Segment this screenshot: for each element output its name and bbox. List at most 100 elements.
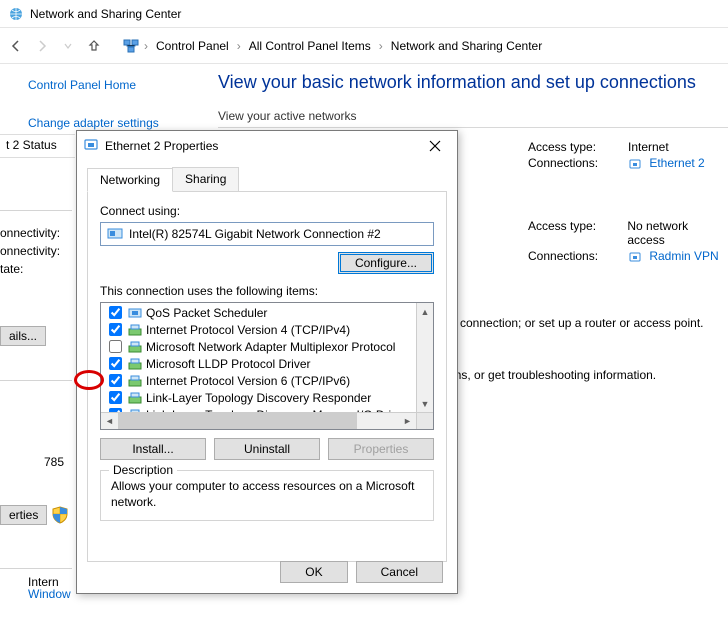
- ethernet-icon: [628, 250, 642, 264]
- adapter-field[interactable]: Intel(R) 82574L Gigabit Network Connecti…: [100, 222, 434, 246]
- properties-button-fragment[interactable]: erties: [0, 505, 47, 525]
- protocol-item[interactable]: Microsoft Network Adapter Multiplexor Pr…: [101, 338, 433, 355]
- connect-using-label: Connect using:: [100, 204, 434, 218]
- connection-link[interactable]: Ethernet 2: [649, 156, 704, 170]
- scroll-down-icon[interactable]: ▼: [417, 395, 433, 412]
- recent-dropdown[interactable]: [56, 34, 80, 58]
- forward-button[interactable]: [30, 34, 54, 58]
- protocol-label: Microsoft Network Adapter Multiplexor Pr…: [146, 340, 395, 354]
- breadcrumb[interactable]: › Control Panel › All Control Panel Item…: [116, 32, 724, 60]
- adapter-name: Intel(R) 82574L Gigabit Network Connecti…: [129, 227, 381, 241]
- fragment-rule: [0, 380, 72, 381]
- access-type-value: Internet: [628, 140, 669, 154]
- scroll-corner: [416, 413, 433, 429]
- protocol-checkbox[interactable]: [109, 306, 122, 319]
- navigation-bar: › Control Panel › All Control Panel Item…: [0, 28, 728, 64]
- scroll-thumb[interactable]: [118, 413, 357, 429]
- connection-link[interactable]: Radmin VPN: [649, 249, 718, 263]
- page-heading: View your basic network information and …: [218, 72, 728, 93]
- protocol-icon: [128, 391, 142, 405]
- properties-button[interactable]: Properties: [328, 438, 434, 460]
- protocol-checkbox[interactable]: [109, 391, 122, 404]
- adapter-icon: [83, 137, 99, 156]
- tab-sharing[interactable]: Sharing: [172, 167, 239, 191]
- protocol-item[interactable]: Internet Protocol Version 4 (TCP/IPv4): [101, 321, 433, 338]
- dialog-footer: OK Cancel: [280, 561, 443, 583]
- shield-icon: [51, 506, 69, 524]
- connections-label: Connections:: [528, 156, 614, 171]
- protocol-list[interactable]: QoS Packet Scheduler Internet Protocol Ve…: [100, 302, 434, 430]
- network-info-1: Access type: Internet Connections: Ether…: [528, 140, 728, 171]
- window-titlebar: Network and Sharing Center: [0, 0, 728, 28]
- horizontal-scrollbar[interactable]: ◄ ►: [101, 412, 433, 429]
- scroll-left-icon[interactable]: ◄: [101, 413, 118, 429]
- fragment-rule: [0, 568, 72, 569]
- protocol-label: Link-Layer Topology Discovery Responder: [146, 391, 371, 405]
- chevron-right-icon: ›: [237, 39, 241, 53]
- bottom-buttons-fragment: erties: [0, 505, 69, 525]
- up-button[interactable]: [82, 34, 106, 58]
- dialog-titlebar[interactable]: Ethernet 2 Properties: [77, 131, 457, 161]
- access-type-value: No network access: [627, 219, 728, 247]
- ok-button[interactable]: OK: [280, 561, 347, 583]
- details-button-fragment[interactable]: ails...: [0, 326, 46, 346]
- back-button[interactable]: [4, 34, 28, 58]
- ethernet-properties-dialog: Ethernet 2 Properties Networking Sharing…: [76, 130, 458, 594]
- configure-button[interactable]: Configure...: [338, 252, 434, 274]
- protocol-item[interactable]: Link-Layer Topology Discovery Responder: [101, 389, 433, 406]
- install-button[interactable]: Install...: [100, 438, 206, 460]
- protocol-icon: [128, 323, 142, 337]
- breadcrumb-item[interactable]: All Control Panel Items: [245, 37, 375, 55]
- rule: [218, 127, 728, 128]
- cancel-button[interactable]: Cancel: [356, 561, 443, 583]
- vertical-scrollbar[interactable]: ▲ ▼: [416, 303, 433, 412]
- protocol-label: Internet Protocol Version 6 (TCP/IPv6): [146, 374, 350, 388]
- protocol-label: QoS Packet Scheduler: [146, 306, 267, 320]
- protocol-icon: [128, 340, 142, 354]
- protocol-checkbox[interactable]: [109, 357, 122, 370]
- access-type-label: Access type:: [528, 140, 614, 154]
- dialog-title: Ethernet 2 Properties: [105, 139, 419, 153]
- protocol-icon: [128, 374, 142, 388]
- window-title: Network and Sharing Center: [30, 7, 181, 21]
- windows-link-fragment[interactable]: Window: [28, 587, 71, 601]
- ethernet-icon: [628, 157, 642, 171]
- state-label-fragment: tate:: [0, 262, 23, 276]
- nic-icon: [107, 227, 123, 241]
- protocol-item[interactable]: Internet Protocol Version 6 (TCP/IPv6): [101, 372, 433, 389]
- items-label: This connection uses the following items…: [100, 284, 434, 298]
- chevron-right-icon: ›: [144, 39, 148, 53]
- setup-text: or VPN connection; or set up a router or…: [418, 316, 728, 330]
- description-legend: Description: [109, 463, 177, 477]
- breadcrumb-item[interactable]: Control Panel: [152, 37, 233, 55]
- tab-networking[interactable]: Networking: [87, 168, 173, 192]
- bytes-value-fragment: 785: [44, 455, 64, 469]
- protocol-checkbox[interactable]: [109, 323, 122, 336]
- fragment-rule: [0, 210, 72, 211]
- troubleshoot-text: problems, or get troubleshooting informa…: [418, 368, 728, 382]
- close-button[interactable]: [419, 134, 451, 158]
- breadcrumb-item[interactable]: Network and Sharing Center: [387, 37, 546, 55]
- protocol-item[interactable]: Microsoft LLDP Protocol Driver: [101, 355, 433, 372]
- network-icon: [122, 37, 140, 55]
- network-center-icon: [8, 6, 24, 22]
- connections-label: Connections:: [528, 249, 614, 264]
- scroll-up-icon[interactable]: ▲: [417, 303, 433, 320]
- protocol-icon: [128, 357, 142, 371]
- protocol-checkbox[interactable]: [109, 374, 122, 387]
- dialog-body: Networking Sharing Connect using: Intel(…: [77, 161, 457, 572]
- scroll-right-icon[interactable]: ►: [399, 413, 416, 429]
- network-info-2: Access type: No network access Connectio…: [528, 219, 728, 264]
- qos-icon: [128, 306, 142, 320]
- chevron-right-icon: ›: [379, 39, 383, 53]
- protocol-item[interactable]: QoS Packet Scheduler: [101, 304, 433, 321]
- status-window-title-fragment: t 2 Status: [0, 134, 75, 158]
- connectivity-label-fragment: onnectivity:: [0, 226, 60, 240]
- section-label: View your active networks: [218, 109, 728, 123]
- uninstall-button[interactable]: Uninstall: [214, 438, 320, 460]
- protocol-checkbox[interactable]: [109, 340, 122, 353]
- control-panel-home-link[interactable]: Control Panel Home: [28, 78, 194, 92]
- tab-panel-networking: Connect using: Intel(R) 82574L Gigabit N…: [87, 192, 447, 562]
- access-type-label: Access type:: [528, 219, 613, 247]
- protocol-label: Internet Protocol Version 4 (TCP/IPv4): [146, 323, 350, 337]
